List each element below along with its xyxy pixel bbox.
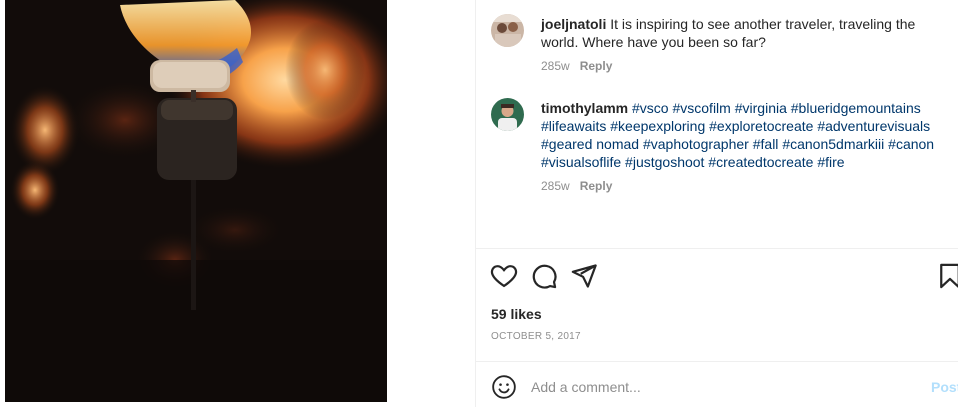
comment-username[interactable]: timothylamm: [541, 100, 628, 116]
comment-item: timothylamm #vsco #vscofilm #virginia #b…: [491, 97, 941, 207]
comment-text: timothylamm #vsco #vscofilm #virginia #b…: [541, 99, 941, 171]
hashtag-link[interactable]: #vaphotographer: [643, 136, 749, 152]
hashtag-link[interactable]: #keepexploring: [610, 118, 705, 134]
reply-button[interactable]: Reply: [580, 59, 613, 73]
comment-age: 285w: [541, 59, 570, 73]
hashtag-link[interactable]: #fall: [753, 136, 779, 152]
hashtag-link[interactable]: #vscofilm: [672, 100, 730, 116]
smiley-icon[interactable]: [491, 374, 517, 400]
hashtag-link[interactable]: #canon5dmarkiii: [782, 136, 884, 152]
comments-list[interactable]: joeljnatoli It is inspiring to see anoth…: [476, 0, 958, 248]
hashtag-link[interactable]: #createdtocreate: [708, 154, 813, 170]
hashtag-link[interactable]: #blueridgemountains: [791, 100, 921, 116]
hashtag-link[interactable]: #canon: [888, 136, 934, 152]
bookmark-icon[interactable]: [936, 262, 958, 290]
hashtag-link[interactable]: #visualsoflife: [541, 154, 621, 170]
paper-plane-icon[interactable]: [570, 262, 598, 290]
heart-icon[interactable]: [490, 262, 518, 290]
post-photo: [5, 0, 387, 402]
section-divider: [476, 248, 958, 249]
comment-text: joeljnatoli It is inspiring to see anoth…: [541, 15, 941, 51]
add-comment-bar: Post: [476, 362, 958, 407]
comment-meta: 285w Reply: [541, 179, 612, 193]
reply-button[interactable]: Reply: [580, 179, 613, 193]
comment-meta: 285w Reply: [541, 59, 612, 73]
avatar[interactable]: [491, 14, 524, 47]
post-button[interactable]: Post: [931, 379, 958, 395]
hashtag-link[interactable]: #fire: [817, 154, 844, 170]
hashtag-link[interactable]: #geared nomad: [541, 136, 639, 152]
comment-age: 285w: [541, 179, 570, 193]
hashtag-link[interactable]: #vsco: [632, 100, 669, 116]
comment-bubble-icon[interactable]: [530, 262, 558, 290]
hashtag-link[interactable]: #exploretocreate: [709, 118, 813, 134]
post-date: OCTOBER 5, 2017: [491, 331, 581, 342]
hashtag-link[interactable]: #lifeawaits: [541, 118, 606, 134]
comment-username[interactable]: joeljnatoli: [541, 16, 606, 32]
hashtag-link[interactable]: #justgoshoot: [625, 154, 704, 170]
likes-count[interactable]: 59 likes: [491, 306, 542, 322]
action-bar: [476, 262, 958, 292]
avatar[interactable]: [491, 98, 524, 131]
hashtag-link[interactable]: #adventurevisuals: [817, 118, 930, 134]
hashtag-link[interactable]: #virginia: [735, 100, 787, 116]
comment-input[interactable]: [531, 376, 911, 398]
comment-item: joeljnatoli It is inspiring to see anoth…: [491, 13, 941, 83]
